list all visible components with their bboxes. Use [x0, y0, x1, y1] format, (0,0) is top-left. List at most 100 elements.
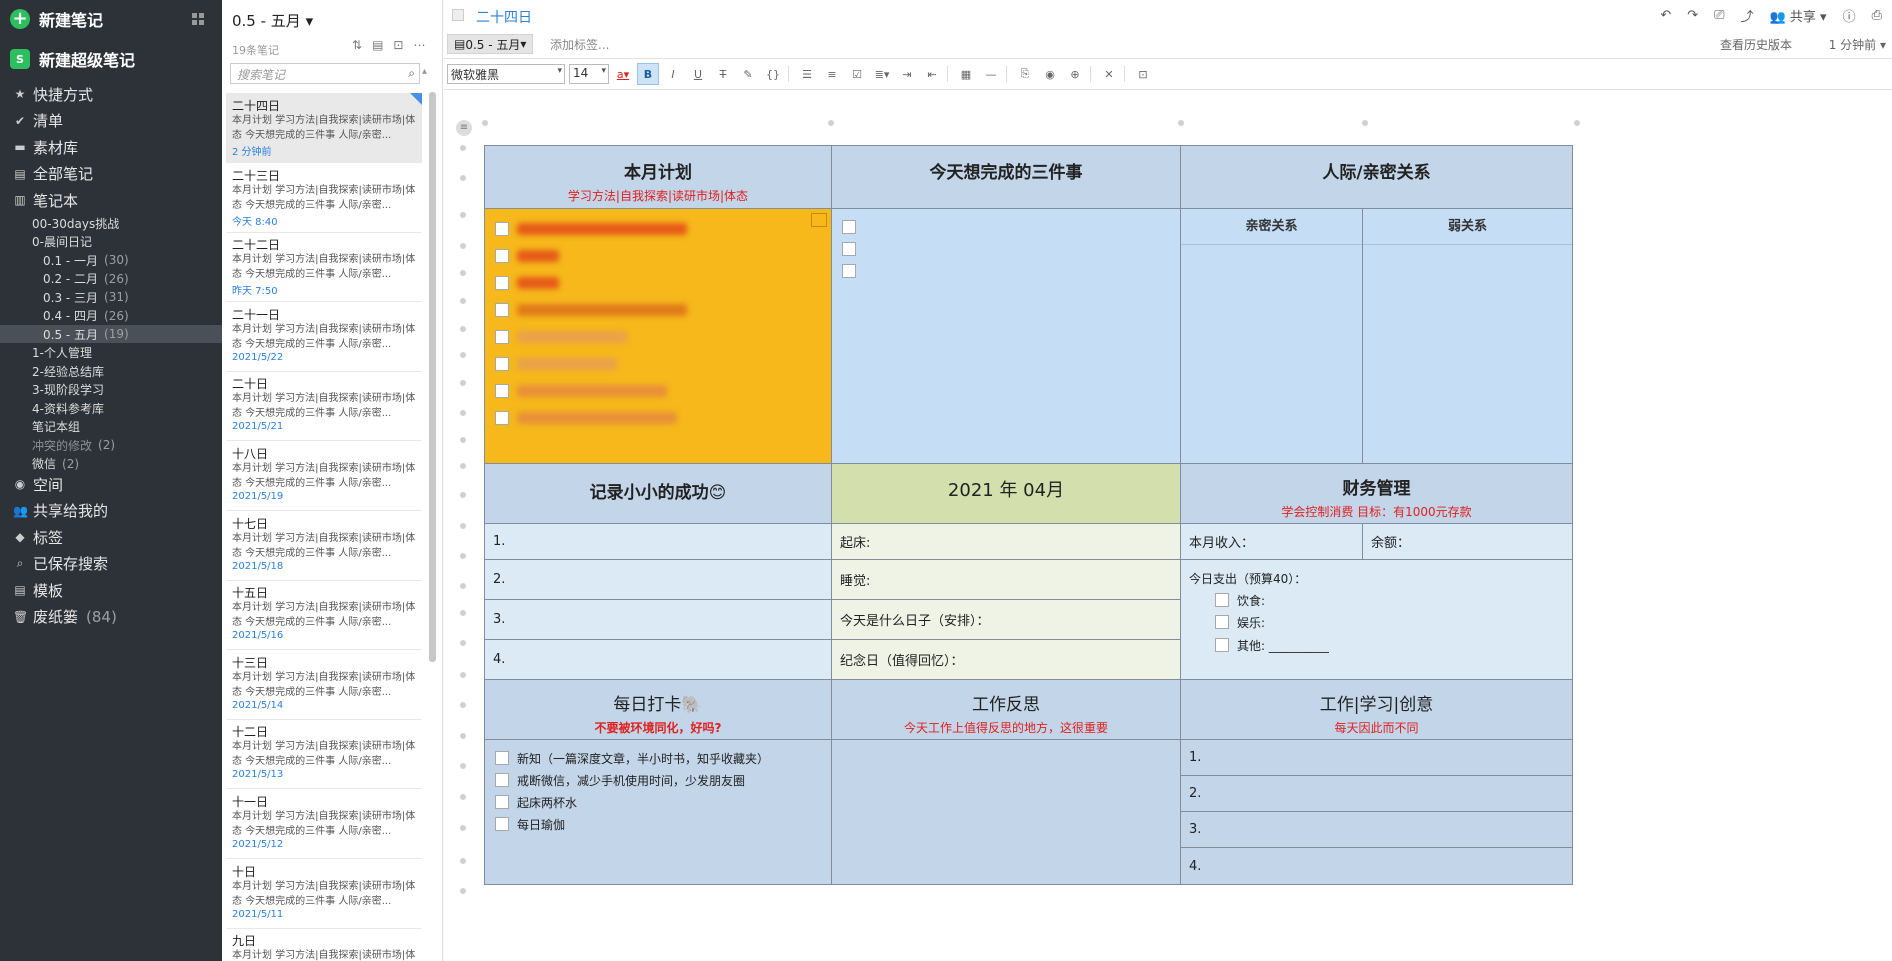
row-handle-dot[interactable]: [460, 702, 466, 708]
row-handle-dot[interactable]: [460, 298, 466, 304]
note-list-item[interactable]: 十五日 本月计划 学习方法|自我探索|读研市场|体态 今天想完成的三件事 人际/亲…: [226, 580, 422, 651]
table-icon[interactable]: ▦: [955, 63, 977, 85]
notebook-item[interactable]: 0.4 - 四月 (26): [0, 307, 222, 325]
day-schedule[interactable]: 今天是什么日子（安排）：: [831, 599, 1181, 640]
row-handle-dot[interactable]: [460, 463, 466, 469]
row-handle-dot[interactable]: [460, 640, 466, 646]
sidebar-item[interactable]: ◆ 标签: [0, 524, 222, 550]
italic-button[interactable]: I: [662, 63, 684, 85]
sidebar-item[interactable]: 🗑 废纸篓 (84): [0, 604, 222, 630]
success-item[interactable]: 1.: [484, 523, 832, 560]
note-list-item[interactable]: 十七日 本月计划 学习方法|自我探索|读研市场|体态 今天想完成的三件事 人际/亲…: [226, 511, 422, 581]
row-handle-dot[interactable]: [460, 437, 466, 443]
success-item[interactable]: 3.: [484, 599, 832, 640]
notebook-item[interactable]: 1-个人管理: [0, 344, 222, 362]
search-input[interactable]: 搜索笔记 ⌕: [230, 63, 420, 84]
notebook-item[interactable]: 0.2 - 二月 (26): [0, 270, 222, 288]
note-list-item[interactable]: 十日 本月计划 学习方法|自我探索|读研市场|体态 今天想完成的三件事 人际/亲密…: [226, 859, 422, 929]
divider-icon[interactable]: —: [980, 63, 1002, 85]
checkin-item[interactable]: 起床两杯水: [495, 794, 577, 810]
attach-icon[interactable]: ⎘: [1014, 63, 1036, 85]
row-handle-dot[interactable]: [460, 794, 466, 800]
outdent-icon[interactable]: ⇤: [921, 63, 943, 85]
undo-icon[interactable]: ↶: [1660, 8, 1671, 23]
note-list-item[interactable]: 二十三日 本月计划 学习方法|自我探索|读研市场|体态 今天想完成的三件事 人际/…: [226, 163, 422, 233]
note-list-item[interactable]: 二十日 本月计划 学习方法|自我探索|读研市场|体态 今天想完成的三件事 人际/亲…: [226, 371, 422, 442]
plan-item[interactable]: [495, 356, 617, 372]
spend-item[interactable]: 饮食:: [1215, 592, 1265, 608]
plan-item[interactable]: [495, 248, 559, 264]
notebook-item[interactable]: 0.5 - 五月 (19): [0, 325, 222, 343]
sort-icon[interactable]: ⇅: [352, 38, 362, 52]
task-checkbox[interactable]: [842, 219, 864, 235]
work-item[interactable]: 2.: [1180, 775, 1573, 812]
notebook-item[interactable]: 00-30days挑战: [0, 214, 222, 232]
highlight-icon[interactable]: ✎: [737, 63, 759, 85]
sidebar-item[interactable]: ▤ 模板: [0, 577, 222, 603]
work-item[interactable]: 3.: [1180, 811, 1573, 848]
present-icon[interactable]: ⎚: [1714, 8, 1724, 23]
sidebar-item[interactable]: ▤ 全部笔记: [0, 161, 222, 187]
notebook-item[interactable]: 4-资料参考库: [0, 399, 222, 417]
checkin-item[interactable]: 新知（一篇深度文章，半小时书，知乎收藏夹）: [495, 750, 769, 766]
row-handle-dot[interactable]: [460, 553, 466, 559]
note-list-item[interactable]: 九日本月计划 学习方法|自我探索|读研市场|体态 今天想完成的三件事 人际/亲密…: [226, 928, 422, 961]
note-list-item[interactable]: 二十二日 本月计划 学习方法|自我探索|读研市场|体态 今天想完成的三件事 人际/…: [226, 232, 422, 303]
row-handle-dot[interactable]: [460, 888, 466, 894]
anniversary[interactable]: 纪念日（值得回忆）：: [831, 639, 1181, 680]
task-checkbox[interactable]: [842, 263, 864, 279]
share-icon[interactable]: ⤴: [1741, 6, 1754, 25]
new-note-button[interactable]: + 新建笔记: [10, 5, 103, 33]
info-icon[interactable]: ⓘ: [1843, 6, 1856, 25]
row-handle-dot[interactable]: [460, 583, 466, 589]
spend-item[interactable]: 娱乐:: [1215, 614, 1265, 630]
plan-item[interactable]: [495, 410, 677, 426]
notebook-item[interactable]: 0-晨间日记: [0, 233, 222, 251]
notebook-title[interactable]: 0.5 - 五月 ▾: [232, 10, 313, 31]
notebook-item[interactable]: 2-经验总结库: [0, 362, 222, 380]
row-handle-dot[interactable]: [460, 672, 466, 678]
redo-icon[interactable]: ↷: [1687, 8, 1698, 23]
row-handle-dot[interactable]: [460, 270, 466, 276]
checkin-item[interactable]: 戒断微信，减少手机使用时间，少发朋友圈: [495, 772, 745, 788]
balance[interactable]: 余额：: [1362, 523, 1573, 560]
font-select[interactable]: 微软雅黑 ▾: [447, 64, 565, 84]
sidebar-item[interactable]: ★ 快捷方式: [0, 81, 222, 107]
lock-icon[interactable]: ⊡: [393, 38, 403, 52]
note-list-item[interactable]: 二十四日 本月计划 学习方法|自我探索|读研市场|体态 今天想完成的三件事 人际/…: [226, 93, 422, 163]
success-item[interactable]: 2.: [484, 559, 832, 600]
align-icon[interactable]: ≣▾: [871, 63, 893, 85]
task-checkbox[interactable]: [842, 241, 864, 257]
sleep-time[interactable]: 睡觉:: [831, 559, 1181, 600]
spend-item[interactable]: 其他: __________: [1215, 637, 1329, 653]
new-super-note-button[interactable]: S 新建超级笔记: [10, 45, 135, 73]
plan-item[interactable]: [495, 275, 559, 291]
sidebar-item[interactable]: ▬ 素材库: [0, 134, 222, 160]
note-list-item[interactable]: 十一日 本月计划 学习方法|自我探索|读研市场|体态 今天想完成的三件事 人际/亲…: [226, 789, 422, 859]
code-icon[interactable]: {}: [762, 63, 784, 85]
grid-icon[interactable]: [192, 13, 204, 25]
checkin-item[interactable]: 每日瑜伽: [495, 816, 565, 832]
link-icon[interactable]: ⊕: [1064, 63, 1086, 85]
success-item[interactable]: 4.: [484, 639, 832, 680]
note-list-item[interactable]: 十二日 本月计划 学习方法|自我探索|读研市场|体态 今天想完成的三件事 人际/亲…: [226, 719, 422, 790]
view-icon[interactable]: ▤: [372, 38, 383, 52]
scrollbar[interactable]: [429, 92, 436, 662]
strikethrough-button[interactable]: T: [712, 63, 734, 85]
row-handle-dot[interactable]: [460, 858, 466, 864]
note-select-checkbox[interactable]: [452, 9, 464, 21]
row-handle-dot[interactable]: [460, 175, 466, 181]
underline-button[interactable]: U: [687, 63, 709, 85]
checklist-icon[interactable]: ☑: [846, 63, 868, 85]
collapse-handle-icon[interactable]: ≡: [456, 120, 472, 136]
indent-icon[interactable]: ⇥: [896, 63, 918, 85]
notebook-item[interactable]: 0.3 - 三月 (31): [0, 288, 222, 306]
row-handle-dot[interactable]: [460, 212, 466, 218]
clear-format-icon[interactable]: ✕: [1098, 63, 1120, 85]
row-handle-dot[interactable]: [460, 326, 466, 332]
notebook-item[interactable]: 微信 (2): [0, 455, 222, 473]
notebook-item[interactable]: 3-现阶段学习: [0, 381, 222, 399]
lock-encrypt-icon[interactable]: ⊡: [1132, 63, 1154, 85]
row-handle-dot[interactable]: [460, 243, 466, 249]
notebook-item[interactable]: 笔记本组: [0, 418, 222, 436]
